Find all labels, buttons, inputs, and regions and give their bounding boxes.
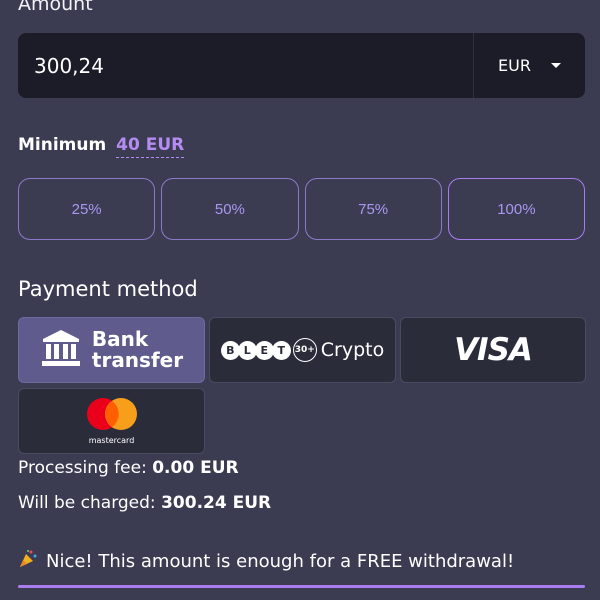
- visa-logo: VISA: [454, 332, 533, 368]
- payment-bank-transfer[interactable]: Bank transfer: [18, 317, 205, 383]
- notice-underline: [18, 585, 585, 588]
- mastercard-logo-icon: [84, 397, 140, 435]
- percent-75-button[interactable]: 75%: [304, 178, 442, 240]
- amount-field: EUR: [18, 32, 585, 99]
- caret-down-icon: [550, 63, 561, 68]
- ethereum-icon: E: [254, 340, 274, 360]
- mastercard-label: mastercard: [88, 436, 135, 445]
- charged-label: Will be charged:: [18, 493, 156, 513]
- litecoin-icon: L: [237, 340, 257, 360]
- currency-value: EUR: [498, 56, 531, 75]
- free-withdrawal-notice: Nice! This amount is enough for a FREE w…: [18, 549, 514, 574]
- bank-label-line2: transfer: [91, 348, 184, 372]
- deposit-panel: Amount EUR Minimum 40 EUR 25% 50% 75% 10…: [0, 0, 600, 600]
- charged-amount: Will be charged: 300.24 EUR: [18, 493, 271, 513]
- payment-mastercard[interactable]: mastercard: [18, 388, 205, 454]
- payment-visa[interactable]: VISA: [400, 317, 586, 383]
- percent-50-button[interactable]: 50%: [161, 178, 299, 240]
- bitcoin-icon: B: [220, 340, 240, 360]
- minimum-info: Minimum 40 EUR: [18, 135, 185, 158]
- percent-25-button[interactable]: 25%: [18, 178, 156, 240]
- crypto-count-badge: 30+: [292, 338, 317, 362]
- bank-transfer-label: Bank transfer: [92, 329, 183, 371]
- amount-label: Amount: [18, 0, 93, 15]
- bank-icon: [40, 328, 82, 372]
- currency-select[interactable]: EUR: [473, 33, 585, 98]
- percent-100-button[interactable]: 100%: [447, 178, 585, 240]
- payment-crypto[interactable]: B L E T 30+ Crypto: [209, 317, 396, 383]
- minimum-label: Minimum: [18, 135, 107, 155]
- amount-input[interactable]: [18, 32, 473, 99]
- minimum-value: 40 EUR: [116, 135, 185, 158]
- processing-fee-value: 0.00 EUR: [152, 458, 239, 478]
- tether-icon: T: [271, 340, 291, 360]
- charged-value: 300.24 EUR: [161, 493, 272, 513]
- bank-label-line1: Bank: [91, 327, 149, 351]
- notice-text: Nice! This amount is enough for a FREE w…: [46, 551, 515, 572]
- party-popper-icon: [18, 549, 38, 574]
- payment-method-title: Payment method: [18, 277, 198, 301]
- percent-options: 25% 50% 75% 100%: [18, 178, 585, 240]
- crypto-label: Crypto: [320, 339, 385, 361]
- processing-fee: Processing fee: 0.00 EUR: [18, 458, 239, 478]
- processing-fee-label: Processing fee:: [18, 458, 147, 478]
